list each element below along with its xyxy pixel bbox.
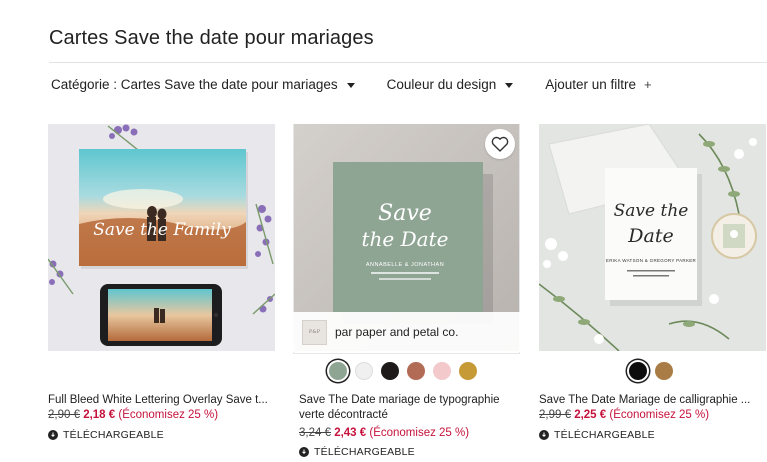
overlay-script-text: Save the Family xyxy=(93,220,231,240)
design-color-filter-label: Couleur du design xyxy=(386,77,497,92)
download-icon xyxy=(299,447,309,457)
swatch-pink[interactable] xyxy=(433,362,451,380)
add-filter-label: Ajouter un filtre xyxy=(545,77,637,92)
plus-icon: + xyxy=(644,77,652,92)
product-title-2[interactable]: Save The Date mariage de typographie ver… xyxy=(299,393,500,423)
product-photo-3: Save the Date ERIKA WATSON & GREGORY PAR… xyxy=(539,124,766,351)
product-price-3: 2,99 € 2,25 € (Économisez 25 %) xyxy=(539,408,709,423)
download-icon xyxy=(539,430,549,440)
download-label: TÉLÉCHARGEABLE xyxy=(63,429,164,441)
product-title-3[interactable]: Save The Date Mariage de calligraphie ..… xyxy=(539,393,750,408)
swatch-gold[interactable] xyxy=(459,362,477,380)
download-icon xyxy=(48,430,58,440)
chevron-down-icon xyxy=(346,82,355,88)
card-script-save-the: Save the xyxy=(614,201,689,221)
download-badge-3: TÉLÉCHARGEABLE xyxy=(539,429,655,441)
swatch-brown[interactable] xyxy=(655,362,673,380)
product-image-3[interactable]: Save the Date ERIKA WATSON & GREGORY PAR… xyxy=(539,124,766,351)
product-title-1[interactable]: Full Bleed White Lettering Overlay Save … xyxy=(48,393,268,408)
swatch-black[interactable] xyxy=(629,362,647,380)
product-title-2-line2: verte décontracté xyxy=(299,409,388,421)
title-divider xyxy=(49,62,767,63)
favorite-button[interactable] xyxy=(485,129,515,159)
sale-price: 2,43 € xyxy=(334,427,367,439)
old-price: 3,24 € xyxy=(299,427,331,439)
discount-text: (Économisez 25 %) xyxy=(369,427,470,439)
swatch-sage[interactable] xyxy=(329,362,347,380)
download-badge-2: TÉLÉCHARGEABLE xyxy=(299,446,415,458)
chevron-down-icon xyxy=(505,82,514,88)
filter-bar: Catégorie : Cartes Save the date pour ma… xyxy=(51,77,684,92)
card-script-date: Date xyxy=(627,225,673,247)
swatch-terracotta[interactable] xyxy=(407,362,425,380)
card-names: ANNABELLE & JONATHAN xyxy=(366,262,444,268)
color-swatches-2 xyxy=(329,362,485,380)
sale-price: 2,25 € xyxy=(574,409,607,421)
seller-logo: P&P xyxy=(302,319,327,345)
sale-price: 2,18 € xyxy=(83,409,116,421)
download-label: TÉLÉCHARGEABLE xyxy=(314,446,415,458)
swatch-white[interactable] xyxy=(355,362,373,380)
design-color-filter-dropdown[interactable]: Couleur du design xyxy=(387,77,514,92)
seller-name: par paper and petal co. xyxy=(335,325,459,339)
card-names: ERIKA WATSON & GREGORY PARKER xyxy=(606,258,697,263)
card-script-date: the Date xyxy=(362,227,449,251)
old-price: 2,99 € xyxy=(539,409,571,421)
download-badge-1: TÉLÉCHARGEABLE xyxy=(48,429,164,441)
product-title-2-line1: Save The Date mariage de typographie xyxy=(299,394,500,406)
product-photo-1: Save the Family xyxy=(48,124,275,351)
color-swatches-3 xyxy=(629,362,681,380)
heart-icon xyxy=(491,136,509,152)
product-price-2: 3,24 € 2,43 € (Économisez 25 %) xyxy=(299,426,469,441)
category-filter-label: Catégorie : Cartes Save the date pour ma… xyxy=(51,77,338,92)
category-filter-dropdown[interactable]: Catégorie : Cartes Save the date pour ma… xyxy=(51,77,355,92)
seller-banner[interactable]: P&P par paper and petal co. xyxy=(293,312,520,352)
swatch-black[interactable] xyxy=(381,362,399,380)
product-price-1: 2,90 € 2,18 € (Économisez 25 %) xyxy=(48,408,218,423)
discount-text: (Économisez 25 %) xyxy=(609,409,710,421)
card-script-save: Save xyxy=(378,201,432,226)
old-price: 2,90 € xyxy=(48,409,80,421)
product-image-1[interactable]: Save the Family xyxy=(48,124,275,351)
add-filter-button[interactable]: Ajouter un filtre + xyxy=(545,77,651,92)
page-title: Cartes Save the date pour mariages xyxy=(49,27,374,49)
download-label: TÉLÉCHARGEABLE xyxy=(554,429,655,441)
discount-text: (Économisez 25 %) xyxy=(118,409,219,421)
